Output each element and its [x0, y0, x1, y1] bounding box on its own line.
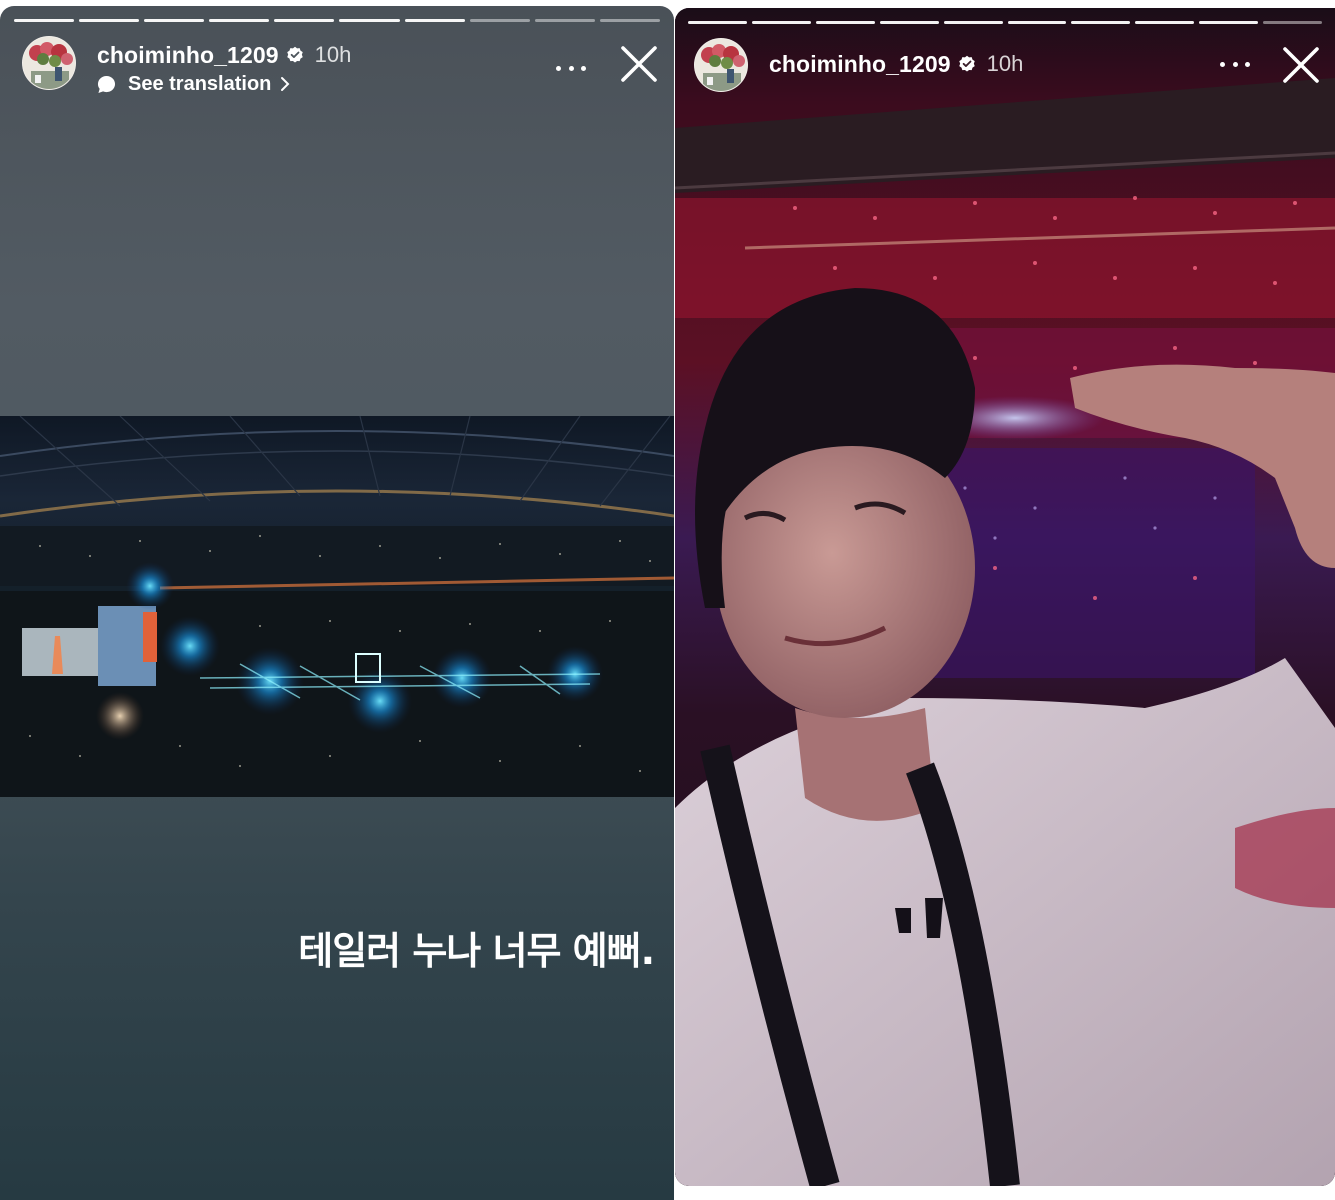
progress-segment: [534, 19, 595, 22]
progress-segment: [1071, 21, 1131, 24]
progress-segment: [79, 19, 140, 22]
username[interactable]: choiminho_1209: [97, 42, 279, 69]
see-translation-button[interactable]: See translation: [97, 72, 351, 96]
story-left[interactable]: choiminho_1209 10h See translation 테일러 누…: [0, 6, 674, 1200]
story-caption: 테일러 누나 너무 예뻐.: [298, 929, 655, 973]
username[interactable]: choiminho_1209: [769, 51, 951, 78]
progress-segment: [1007, 21, 1067, 24]
close-icon[interactable]: [620, 45, 658, 83]
avatar[interactable]: [22, 36, 76, 90]
progress-segment: [469, 19, 530, 22]
progress-segment: [943, 21, 1003, 24]
story-progress-bar: [688, 21, 1323, 24]
story-progress-bar: [14, 19, 660, 22]
avatar[interactable]: [694, 38, 748, 92]
progress-segment: [1135, 21, 1195, 24]
progress-segment: [815, 21, 875, 24]
more-options-icon[interactable]: [556, 66, 586, 76]
verified-badge-icon: [286, 46, 303, 63]
close-icon[interactable]: [1282, 46, 1320, 84]
progress-segment: [144, 19, 205, 22]
story-header: choiminho_1209 10h See translation: [22, 36, 351, 96]
chevron-right-icon: [281, 77, 290, 91]
chat-bubble-icon: [97, 75, 116, 93]
progress-segment: [879, 21, 939, 24]
progress-segment: [1263, 21, 1323, 24]
story-right[interactable]: choiminho_1209 10h: [675, 8, 1335, 1186]
story-header: choiminho_1209 10h: [694, 38, 1023, 92]
progress-segment: [339, 19, 400, 22]
progress-segment: [1199, 21, 1259, 24]
progress-segment: [404, 19, 465, 22]
progress-segment: [14, 19, 75, 22]
stadium-concert-photo: [0, 416, 674, 797]
concert-selfie-photo: [675, 8, 1335, 1186]
progress-segment: [751, 21, 811, 24]
post-time: 10h: [986, 51, 1024, 76]
progress-segment: [209, 19, 270, 22]
progress-segment: [688, 21, 747, 24]
more-options-icon[interactable]: [1220, 62, 1250, 72]
progress-segment: [274, 19, 335, 22]
verified-badge-icon: [958, 55, 975, 72]
see-translation-label: See translation: [128, 72, 272, 95]
post-time: 10h: [314, 42, 352, 67]
progress-segment: [599, 19, 660, 22]
